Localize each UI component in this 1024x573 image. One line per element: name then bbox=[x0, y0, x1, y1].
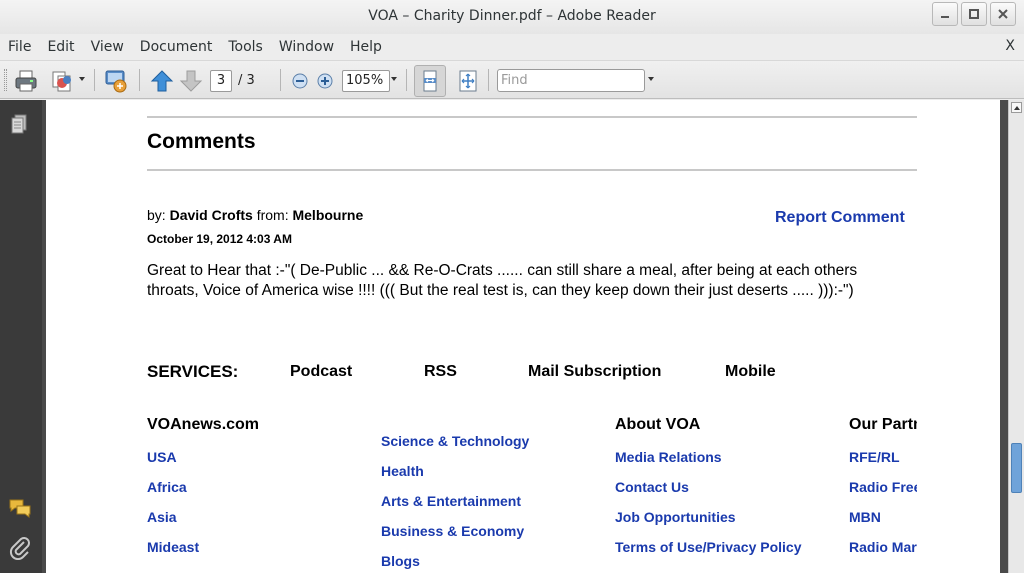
comment-body: Great to Hear that :-"( De-Public ... &&… bbox=[147, 262, 858, 299]
zoom-select[interactable]: 105% bbox=[342, 70, 390, 92]
scroll-up-button[interactable] bbox=[1011, 102, 1022, 113]
service-mobile[interactable]: Mobile bbox=[725, 363, 776, 381]
pages-icon[interactable] bbox=[8, 112, 32, 136]
toolbar-separator bbox=[406, 69, 407, 91]
attachments-icon[interactable] bbox=[8, 536, 32, 560]
previous-page-icon[interactable] bbox=[149, 68, 175, 94]
zoom-out-icon[interactable] bbox=[290, 71, 310, 91]
find-input[interactable] bbox=[497, 69, 645, 92]
toolbar-separator bbox=[280, 69, 281, 91]
comments-heading: Comments bbox=[147, 130, 256, 153]
divider bbox=[147, 116, 917, 118]
by-prefix: by: bbox=[147, 207, 166, 223]
footer-link-radio-free-asia[interactable]: Radio Free Asia bbox=[849, 479, 917, 495]
footer-link-health[interactable]: Health bbox=[381, 463, 424, 479]
menu-file[interactable]: File bbox=[8, 39, 31, 55]
close-window-button[interactable] bbox=[990, 2, 1016, 26]
fit-width-button[interactable] bbox=[414, 65, 446, 97]
zoom-in-icon[interactable] bbox=[315, 71, 335, 91]
footer-link-africa[interactable]: Africa bbox=[147, 479, 187, 495]
close-document-button[interactable]: X bbox=[1005, 38, 1015, 54]
create-pdf-icon[interactable] bbox=[50, 68, 76, 94]
menu-view[interactable]: View bbox=[91, 39, 124, 55]
comment-location: Melbourne bbox=[292, 207, 364, 223]
footer-link-mbn[interactable]: MBN bbox=[849, 509, 881, 525]
close-icon bbox=[998, 9, 1008, 19]
comment-author: David Crofts bbox=[169, 207, 253, 223]
maximize-icon bbox=[969, 9, 979, 19]
footer-heading-voanews[interactable]: VOAnews.com bbox=[147, 416, 259, 434]
title-bar: VOA – Charity Dinner.pdf – Adobe Reader bbox=[0, 0, 1024, 34]
service-mail-subscription[interactable]: Mail Subscription bbox=[528, 363, 661, 381]
footer-column-partners: Our Partners RFE/RL Radio Free Asia MBN … bbox=[849, 100, 917, 573]
vertical-scrollbar[interactable] bbox=[1008, 100, 1024, 573]
service-rss[interactable]: RSS bbox=[424, 363, 457, 381]
chevron-down-icon[interactable] bbox=[391, 77, 397, 81]
footer-link-job-opportunities[interactable]: Job Opportunities bbox=[615, 509, 736, 525]
footer-link-arts-entertainment[interactable]: Arts & Entertainment bbox=[381, 493, 521, 509]
footer-link-mideast[interactable]: Mideast bbox=[147, 539, 199, 555]
minimize-icon bbox=[941, 16, 949, 18]
service-podcast[interactable]: Podcast bbox=[290, 363, 352, 381]
footer-heading-about-voa[interactable]: About VOA bbox=[615, 416, 700, 434]
navigation-pane bbox=[0, 100, 42, 573]
page-total-label: / 3 bbox=[238, 73, 255, 88]
toolbar-grip[interactable] bbox=[4, 69, 7, 91]
maximize-button[interactable] bbox=[961, 2, 987, 26]
footer-link-rfe-rl[interactable]: RFE/RL bbox=[849, 449, 900, 465]
window-controls bbox=[932, 2, 1016, 26]
fit-width-icon bbox=[423, 70, 437, 92]
collaborate-icon[interactable] bbox=[103, 68, 129, 94]
adobe-reader-window: VOA – Charity Dinner.pdf – Adobe Reader … bbox=[0, 0, 1024, 573]
services-label: SERVICES: bbox=[147, 362, 239, 381]
footer-heading-our-partners[interactable]: Our Partners bbox=[849, 416, 917, 434]
chevron-down-icon[interactable] bbox=[79, 77, 85, 81]
footer-link-science-technology[interactable]: Science & Technology bbox=[381, 433, 529, 449]
comment-date: October 19, 2012 4:03 AM bbox=[147, 232, 292, 246]
divider bbox=[147, 169, 917, 171]
menu-edit[interactable]: Edit bbox=[47, 39, 74, 55]
footer-link-blogs[interactable]: Blogs bbox=[381, 553, 420, 569]
minimize-button[interactable] bbox=[932, 2, 958, 26]
comments-icon[interactable] bbox=[8, 496, 32, 520]
scroll-thumb[interactable] bbox=[1011, 443, 1022, 493]
next-page-icon[interactable] bbox=[178, 68, 204, 94]
menu-window[interactable]: Window bbox=[279, 39, 334, 55]
footer-link-asia[interactable]: Asia bbox=[147, 509, 177, 525]
document-viewport[interactable]: Comments by: David Crofts from: Melbourn… bbox=[42, 100, 1008, 573]
chevron-down-icon[interactable] bbox=[648, 77, 654, 81]
footer-link-terms-privacy[interactable]: Terms of Use/Privacy Policy bbox=[615, 539, 802, 555]
page-number-input[interactable]: 3 bbox=[210, 70, 232, 92]
footer-link-radio-marti[interactable]: Radio Marti bbox=[849, 539, 917, 555]
menu-document[interactable]: Document bbox=[140, 39, 213, 55]
menu-help[interactable]: Help bbox=[350, 39, 382, 55]
fit-page-icon[interactable] bbox=[455, 68, 481, 94]
pdf-page: Comments by: David Crofts from: Melbourn… bbox=[46, 100, 1000, 573]
footer-link-business-economy[interactable]: Business & Economy bbox=[381, 523, 524, 539]
window-title: VOA – Charity Dinner.pdf – Adobe Reader bbox=[368, 8, 656, 24]
from-prefix: from: bbox=[256, 207, 289, 223]
menu-tools[interactable]: Tools bbox=[228, 39, 263, 55]
comment-byline: by: David Crofts from: Melbourne bbox=[147, 207, 363, 223]
footer-link-usa[interactable]: USA bbox=[147, 449, 177, 465]
toolbar-separator bbox=[488, 69, 489, 91]
toolbar-separator bbox=[94, 69, 95, 91]
menu-bar: File Edit View Document Tools Window Hel… bbox=[0, 34, 1024, 60]
print-icon[interactable] bbox=[13, 68, 39, 94]
footer-link-media-relations[interactable]: Media Relations bbox=[615, 449, 722, 465]
footer-link-contact-us[interactable]: Contact Us bbox=[615, 479, 689, 495]
toolbar-separator bbox=[139, 69, 140, 91]
toolbar: 3 / 3 105% bbox=[0, 60, 1024, 99]
